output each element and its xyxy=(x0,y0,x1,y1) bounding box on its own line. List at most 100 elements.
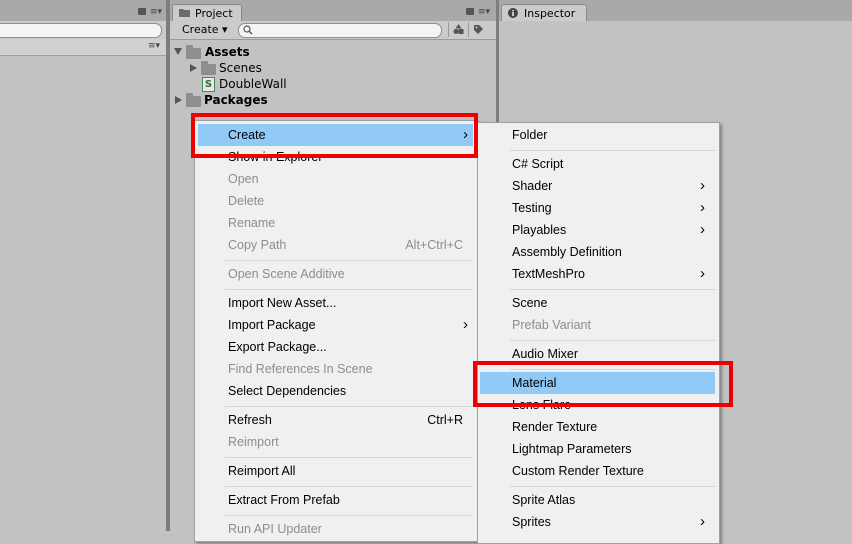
menu-item-select-dependencies[interactable]: Select Dependencies xyxy=(198,380,473,402)
menu-item-delete[interactable]: Delete xyxy=(198,190,473,212)
collapse-arrow-icon[interactable] xyxy=(175,96,182,104)
submenu-arrow-icon: › xyxy=(700,177,705,194)
menu-item-label: Reimport xyxy=(228,435,279,449)
create-dropdown-button[interactable]: Create ▾ xyxy=(176,22,228,37)
menu-item-label: C# Script xyxy=(512,157,564,171)
tree-item-scenes[interactable]: Scenes xyxy=(174,60,474,76)
submenu-item-sprite-atlas[interactable]: Sprite Atlas xyxy=(480,489,715,511)
menu-item-label: Extract From Prefab xyxy=(228,493,340,507)
menu-item-run-api-updater[interactable]: Run API Updater xyxy=(198,518,473,540)
submenu-item-custom-render-texture[interactable]: Custom Render Texture xyxy=(480,460,715,482)
menu-item-reimport-all[interactable]: Reimport All xyxy=(198,460,473,482)
menu-separator xyxy=(225,486,473,487)
menu-separator xyxy=(510,340,715,341)
menu-item-label: Scene xyxy=(512,296,548,310)
panel-menu-icon[interactable]: ≡▾ xyxy=(150,8,162,17)
menu-item-shortcut: Ctrl+R xyxy=(427,413,463,427)
menu-separator xyxy=(225,515,473,516)
submenu-arrow-icon: › xyxy=(700,513,705,530)
tree-label-packages: Packages xyxy=(204,93,268,107)
menu-item-import-new-asset[interactable]: Import New Asset... xyxy=(198,292,473,314)
menu-item-label: Custom Render Texture xyxy=(512,464,644,478)
menu-item-rename[interactable]: Rename xyxy=(198,212,473,234)
submenu-item-prefab-variant[interactable]: Prefab Variant xyxy=(480,314,715,336)
menu-item-label: Open Scene Additive xyxy=(228,267,345,281)
menu-item-label: Find References In Scene xyxy=(228,362,373,376)
menu-item-label: Copy Path xyxy=(228,238,287,252)
folder-icon xyxy=(186,45,201,59)
submenu-arrow-icon: › xyxy=(700,265,705,282)
tag-icon xyxy=(474,25,483,34)
submenu-item-sprites[interactable]: Sprites › xyxy=(480,511,715,533)
submenu-item-assembly-definition[interactable]: Assembly Definition xyxy=(480,241,715,263)
tree-item-assets[interactable]: Assets xyxy=(174,44,474,60)
menu-item-label: Prefab Variant xyxy=(512,318,591,332)
menu-item-label: Playables xyxy=(512,223,567,237)
tree-label-assets: Assets xyxy=(205,45,250,59)
submenu-item-playables[interactable]: Playables › xyxy=(480,219,715,241)
menu-item-label: Reimport All xyxy=(228,464,296,478)
menu-item-label: Export Package... xyxy=(228,340,327,354)
panel-menu-icon[interactable]: ≡▾ xyxy=(478,8,490,17)
menu-item-label: Refresh xyxy=(228,413,272,427)
submenu-item-scene[interactable]: Scene xyxy=(480,292,715,314)
menu-item-label: Select Dependencies xyxy=(228,384,347,398)
menu-item-label: Shader xyxy=(512,179,553,193)
menu-item-label: Folder xyxy=(512,128,548,142)
submenu-item-c-script[interactable]: C# Script xyxy=(480,153,715,175)
folder-icon xyxy=(186,93,201,107)
submenu-arrow-icon: › xyxy=(700,221,705,238)
menu-item-shortcut: Alt+Ctrl+C xyxy=(405,238,463,252)
menu-item-reimport[interactable]: Reimport xyxy=(198,431,473,453)
menu-separator xyxy=(510,289,715,290)
menu-item-refresh[interactable]: Refresh Ctrl+R xyxy=(198,409,473,431)
submenu-item-testing[interactable]: Testing › xyxy=(480,197,715,219)
hierarchy-panel xyxy=(0,0,166,531)
hierarchy-search-input[interactable] xyxy=(0,23,162,38)
menu-item-export-package[interactable]: Export Package... xyxy=(198,336,473,358)
tab-project[interactable]: Project xyxy=(172,4,242,21)
collapse-arrow-icon[interactable] xyxy=(190,64,197,72)
search-by-type-button[interactable] xyxy=(448,22,467,37)
menu-item-label: Delete xyxy=(228,194,265,208)
csharp-script-icon: S xyxy=(202,77,215,92)
menu-item-open-scene-additive[interactable]: Open Scene Additive xyxy=(198,263,473,285)
submenu-item-lightmap-parameters[interactable]: Lightmap Parameters xyxy=(480,438,715,460)
expand-arrow-icon[interactable] xyxy=(174,48,182,55)
tab-inspector-label: Inspector xyxy=(524,7,576,20)
project-search-input[interactable] xyxy=(238,23,442,38)
tree-item-doublewall[interactable]: S DoubleWall xyxy=(174,76,474,92)
menu-separator xyxy=(225,406,473,407)
scene-menu-icon[interactable]: ≡▾ xyxy=(148,42,160,51)
lock-icon[interactable] xyxy=(138,8,146,15)
search-by-label-button[interactable] xyxy=(468,22,487,37)
menu-item-label: Assembly Definition xyxy=(512,245,622,259)
menu-separator xyxy=(510,150,715,151)
submenu-item-render-texture[interactable]: Render Texture xyxy=(480,416,715,438)
menu-item-open[interactable]: Open xyxy=(198,168,473,190)
menu-item-label: Testing xyxy=(512,201,552,215)
menu-item-label: TextMeshPro xyxy=(512,267,585,281)
submenu-item-shader[interactable]: Shader › xyxy=(480,175,715,197)
submenu-item-textmeshpro[interactable]: TextMeshPro › xyxy=(480,263,715,285)
menu-item-label: Lightmap Parameters xyxy=(512,442,632,456)
hierarchy-scene-header: ≡▾ xyxy=(0,39,166,56)
menu-item-copy-path[interactable]: Copy Path Alt+Ctrl+C xyxy=(198,234,473,256)
tree-label-doublewall: DoubleWall xyxy=(219,77,287,91)
submenu-arrow-icon: › xyxy=(463,316,468,333)
menu-item-label: Rename xyxy=(228,216,276,230)
menu-item-find-references-in-scene[interactable]: Find References In Scene xyxy=(198,358,473,380)
menu-item-import-package[interactable]: Import Package › xyxy=(198,314,473,336)
search-icon xyxy=(243,25,253,35)
menu-separator xyxy=(225,457,473,458)
tab-inspector[interactable]: Inspector xyxy=(501,4,587,21)
submenu-item-folder[interactable]: Folder xyxy=(480,124,715,146)
annotation-material-highlight xyxy=(473,361,733,407)
menu-item-label: Import Package xyxy=(228,318,316,332)
tree-item-packages[interactable]: Packages xyxy=(174,92,474,108)
filter-type-icon xyxy=(453,24,464,34)
menu-separator xyxy=(510,486,715,487)
menu-item-label: Open xyxy=(228,172,259,186)
lock-icon[interactable] xyxy=(466,8,474,15)
menu-item-extract-from-prefab[interactable]: Extract From Prefab xyxy=(198,489,473,511)
